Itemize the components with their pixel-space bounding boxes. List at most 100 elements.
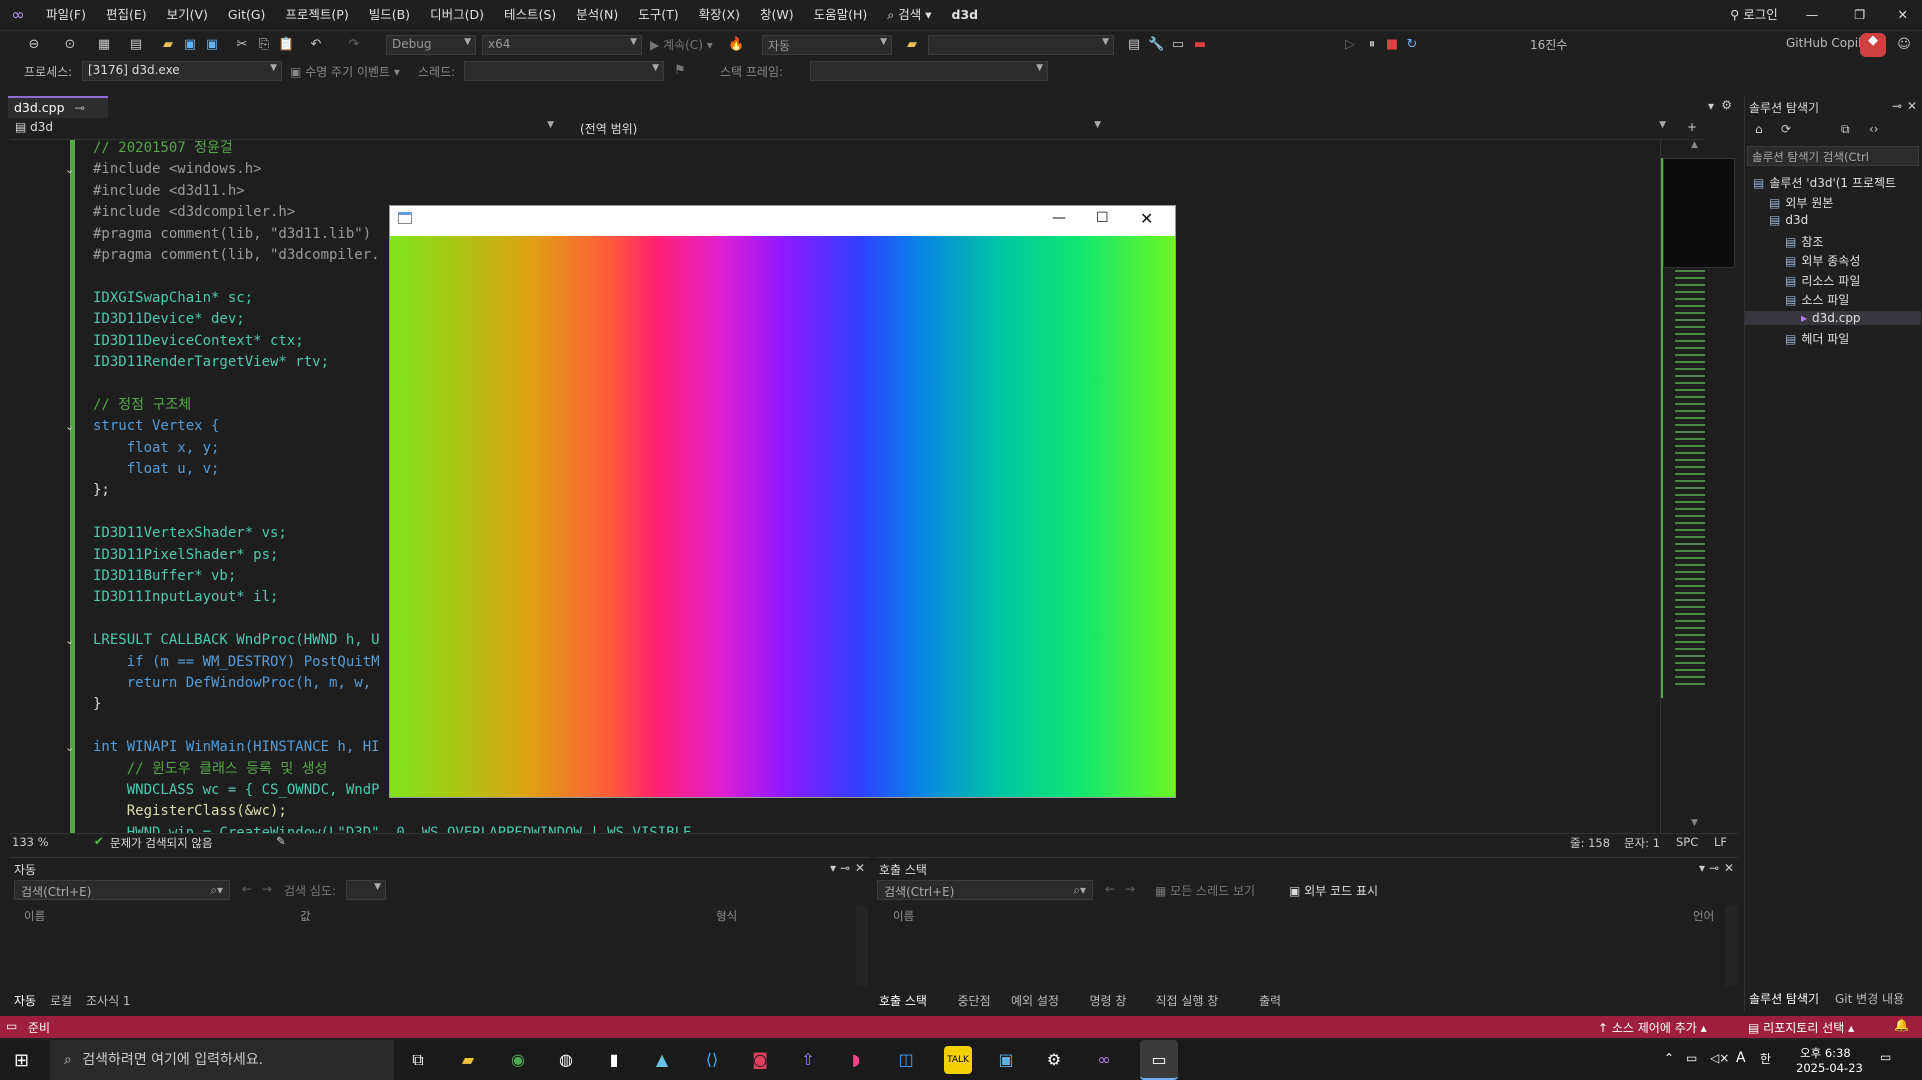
app-titlebar[interactable]: — ☐ ✕ (390, 206, 1175, 236)
callstack-tab-3[interactable]: 명령 창 (1090, 992, 1127, 1009)
hot-reload-icon[interactable]: 🔥 (728, 37, 744, 53)
close-icon[interactable]: ✕ (1724, 861, 1734, 875)
whitespace-mode[interactable]: SPC (1676, 835, 1698, 849)
scroll-up-icon[interactable]: ▲ (1691, 140, 1698, 150)
toolbox-icon[interactable]: ▬ (1192, 37, 1208, 53)
thread-dropdown[interactable]: ▼ (464, 61, 664, 81)
app-close-button[interactable]: ✕ (1140, 209, 1153, 228)
callstack-search-input[interactable]: 검색(Ctrl+E) ⌕▾ (877, 880, 1093, 900)
menu-item-12[interactable]: 도움말(H) (804, 0, 878, 30)
target-dropdown[interactable]: ▼ (928, 35, 1114, 55)
feedback-icon[interactable]: ☺ (1896, 37, 1912, 53)
search-icon[interactable]: ⌕▾ (1073, 883, 1086, 898)
menu-item-8[interactable]: 분석(N) (566, 0, 628, 30)
menu-item-2[interactable]: 보기(V) (157, 0, 218, 30)
minimap-viewport[interactable] (1663, 158, 1735, 268)
action-center-icon[interactable]: ▭ (1880, 1050, 1891, 1064)
search-menu[interactable]: ⌕ 검색 ▾ (877, 0, 941, 30)
column-name[interactable]: 이름 (24, 908, 45, 924)
menu-item-7[interactable]: 테스트(S) (494, 0, 566, 30)
project-dropdown[interactable]: ▤ d3d ▼ (10, 119, 558, 139)
menu-item-4[interactable]: 프로젝트(P) (275, 0, 358, 30)
app-icon-9[interactable]: ◗ (842, 1046, 870, 1074)
app-minimize-button[interactable]: — (1052, 210, 1066, 226)
app-icon-5[interactable]: ▲ (648, 1046, 676, 1074)
tray-chevron-icon[interactable]: ⌃ (1664, 1051, 1674, 1065)
copilot-icon[interactable]: ◆ (1860, 33, 1886, 57)
collapse-icon[interactable]: ⧉ (1841, 122, 1850, 137)
tab-git-changes[interactable]: Git 변경 내용 (1835, 990, 1904, 1007)
menu-item-9[interactable]: 도구(T) (628, 0, 688, 30)
forward-arrow-icon[interactable]: → (262, 882, 272, 896)
close-icon[interactable]: ✕ (855, 861, 865, 875)
pin-icon[interactable]: ⊸ (1892, 99, 1902, 113)
clock-time[interactable]: 오후 6:38 (1800, 1045, 1851, 1061)
login-button[interactable]: ⚲ 로그인 (1720, 0, 1788, 30)
pin-icon[interactable]: ⊸ (840, 861, 850, 875)
app-icon-3[interactable]: ◍ (552, 1046, 580, 1074)
app-icon-12[interactable]: ▣ (992, 1046, 1020, 1074)
close-button[interactable]: ✕ (1884, 0, 1922, 30)
split-editor-icon[interactable]: + (1687, 120, 1697, 134)
zoom-level[interactable]: 133 % (12, 835, 49, 849)
copy-icon[interactable]: ⎘ (256, 37, 272, 53)
tab-overflow-icon[interactable]: ▾ (1708, 99, 1714, 113)
hex-toggle[interactable]: 16진수 (1530, 36, 1567, 54)
tree-item[interactable]: ▤ 외부 종속성 (1785, 252, 1860, 269)
tab-watch-1[interactable]: 조사식 1 (86, 992, 131, 1009)
visual-studio-icon[interactable]: ∞ (1090, 1046, 1118, 1074)
pin-icon[interactable]: ⊸ (1709, 861, 1719, 875)
tree-item[interactable]: ▤ 솔루션 'd3d'(1 프로젝트 (1753, 174, 1896, 191)
chrome-icon[interactable]: ◉ (504, 1046, 532, 1074)
menu-item-0[interactable]: 파일(F) (36, 0, 96, 30)
cut-icon[interactable]: ✂ (234, 37, 250, 53)
fold-chevron-icon[interactable]: ⌄ (65, 741, 74, 754)
menu-item-5[interactable]: 빌드(B) (359, 0, 420, 30)
gear-icon[interactable]: ⚙ (1721, 98, 1732, 112)
source-control-button[interactable]: ↑ 소스 제어에 추가 ▴ (1598, 1019, 1707, 1036)
issues-status[interactable]: 문제가 검색되지 않음 (110, 835, 213, 851)
restore-button[interactable]: ❐ (1836, 0, 1883, 30)
callstack-tab-5[interactable]: 출력 (1259, 992, 1281, 1009)
clock-date[interactable]: 2025-04-23 (1796, 1061, 1863, 1075)
render-canvas[interactable] (390, 236, 1175, 797)
save-icon[interactable]: ▣ (182, 37, 198, 53)
brush-icon[interactable]: ✎ (276, 834, 286, 848)
close-icon[interactable]: ✕ (1907, 99, 1917, 113)
repository-button[interactable]: ▤ 리포지토리 선택 ▴ (1748, 1019, 1854, 1036)
app-icon-8[interactable]: ⇧ (794, 1046, 822, 1074)
lifecycle-events-button[interactable]: ▣ 수명 주기 이벤트 ▾ (290, 63, 400, 81)
callstack-tab-0[interactable]: 호출 스택 (879, 992, 927, 1009)
terminal-icon[interactable]: ▮ (600, 1046, 628, 1074)
tree-item[interactable]: ▤ 헤더 파일 (1785, 330, 1849, 347)
menu-item-3[interactable]: Git(G) (218, 0, 276, 30)
save-all-icon[interactable]: ▣ (204, 37, 220, 53)
dropdown-icon[interactable]: ▾ (830, 861, 836, 875)
code-view-icon[interactable]: ‹› (1869, 122, 1879, 136)
column-type[interactable]: 형식 (716, 908, 737, 924)
korean-ime-icon[interactable]: 한 (1760, 1050, 1771, 1067)
external-code-button[interactable]: ▣ 외부 코드 표시 (1289, 882, 1378, 899)
column-name[interactable]: 이름 (893, 908, 914, 924)
restart-icon[interactable]: ↻ (1404, 37, 1420, 53)
bell-icon[interactable]: 🔔 (1894, 1018, 1909, 1032)
scope-dropdown[interactable]: (전역 범위) ▼ (575, 119, 1105, 139)
taskbar-search-input[interactable]: ⌕ 검색하려면 여기에 입력하세요. (50, 1040, 394, 1080)
process-dropdown[interactable]: [3176] d3d.exe ▼ (82, 61, 282, 81)
menu-item-1[interactable]: 편집(E) (96, 0, 157, 30)
back-icon[interactable]: ⊖ (26, 37, 42, 53)
menu-item-11[interactable]: 창(W) (750, 0, 804, 30)
solution-search-input[interactable]: 솔루션 탐색기 검색(Ctrl (1747, 146, 1919, 166)
tab-locals[interactable]: 로컬 (50, 992, 72, 1009)
new-project-icon[interactable]: ▦ (96, 37, 112, 53)
stackframe-dropdown[interactable]: ▼ (810, 61, 1048, 81)
d3d-app-taskbar-icon[interactable]: ▭ (1140, 1040, 1178, 1080)
back-arrow-icon[interactable]: ← (1105, 882, 1115, 896)
app-icon-7[interactable]: ◙ (746, 1046, 774, 1074)
callstack-tab-1[interactable]: 중단점 (958, 992, 991, 1009)
dropdown-icon[interactable]: ▾ (1699, 861, 1705, 875)
stop-icon[interactable]: ■ (1384, 37, 1400, 53)
minimap-scrollbar[interactable]: ▲ ▼ (1660, 140, 1738, 833)
pause-icon[interactable]: ⏸ (1364, 37, 1380, 53)
fold-chevron-icon[interactable]: ⌄ (65, 634, 74, 647)
